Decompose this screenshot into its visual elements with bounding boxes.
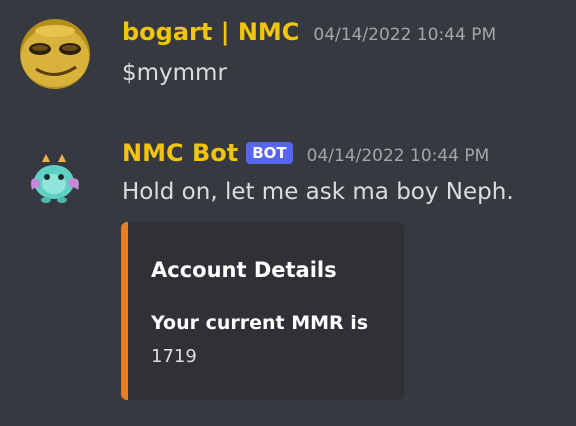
timestamp: 04/14/2022 10:44 PM <box>306 146 490 166</box>
bot-badge: BOT <box>246 142 293 164</box>
message-content: Hold on, let me ask ma boy Neph. <box>122 179 514 205</box>
message-header: NMC Bot BOT 04/14/2022 10:44 PM <box>122 139 489 167</box>
embed-card: Account Details Your current MMR is 1719 <box>121 222 404 400</box>
author-name[interactable]: NMC Bot <box>122 139 238 167</box>
author-name[interactable]: bogart | NMC <box>122 18 299 46</box>
message-header: bogart | NMC 04/14/2022 10:44 PM <box>122 18 496 46</box>
timestamp: 04/14/2022 10:44 PM <box>313 25 497 45</box>
frog-face-avatar-icon <box>20 19 90 89</box>
embed-accent-bar <box>121 222 128 400</box>
embed-field-value: 1719 <box>151 346 197 367</box>
message-content: $mymmr <box>122 60 227 86</box>
user-avatar[interactable] <box>20 19 90 89</box>
dragon-mascot-avatar-icon <box>20 140 90 210</box>
embed-field-name: Your current MMR is <box>151 312 369 334</box>
embed-title: Account Details <box>151 258 337 282</box>
bot-avatar[interactable] <box>20 140 90 210</box>
